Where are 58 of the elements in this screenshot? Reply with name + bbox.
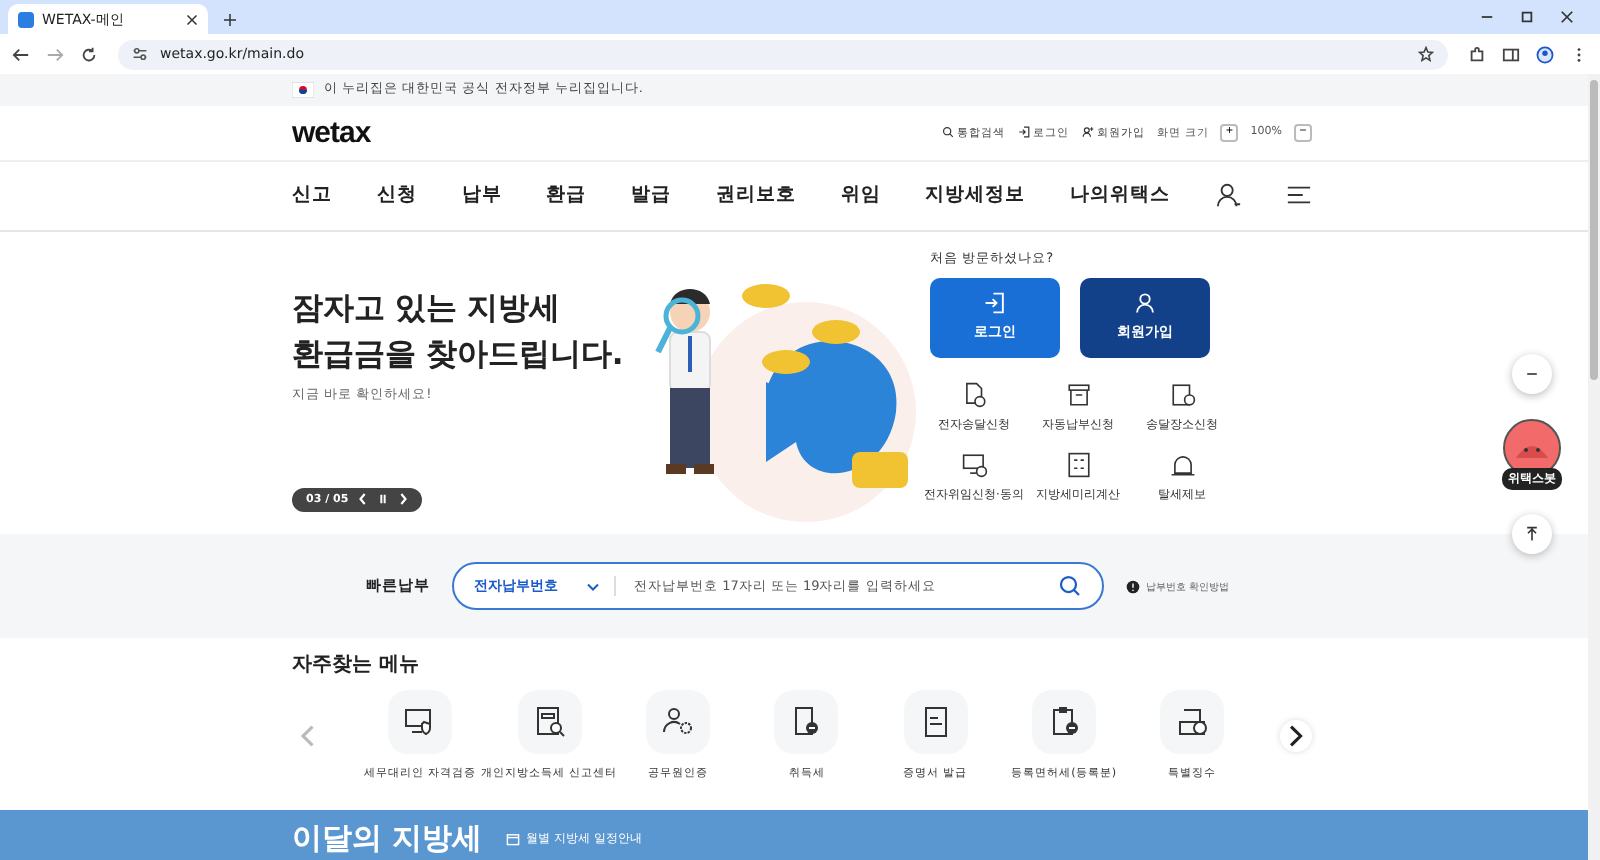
- nav-menu-item[interactable]: 발급: [631, 182, 672, 209]
- nav-menu-item[interactable]: 환급: [546, 182, 587, 209]
- document-check-icon: [961, 381, 987, 408]
- scroll-to-top-button[interactable]: [1512, 514, 1552, 554]
- person-icon: [1134, 292, 1156, 315]
- archive-box-icon: [1065, 381, 1091, 408]
- minimize-icon[interactable]: [1480, 10, 1494, 24]
- calendar-icon: [506, 832, 521, 846]
- puzzle-icon[interactable]: [1468, 45, 1486, 63]
- scrollbar-thumb[interactable]: [1590, 80, 1598, 380]
- person-gear-icon: [662, 706, 695, 739]
- pause-icon[interactable]: [378, 492, 389, 507]
- caret-icon: [586, 581, 600, 592]
- person-plus-icon: [1081, 126, 1094, 139]
- next-icon[interactable]: [398, 492, 409, 507]
- site-settings-icon[interactable]: [132, 46, 148, 62]
- restore-icon[interactable]: [1520, 10, 1534, 24]
- calculator-icon: [1065, 451, 1091, 478]
- hero-headline: 잠자고 있는 지방세: [292, 287, 562, 330]
- search-icon: [941, 126, 954, 139]
- new-tab-icon[interactable]: [224, 14, 236, 26]
- star-icon[interactable]: [1418, 46, 1434, 62]
- arrow-up-icon: [1524, 526, 1540, 542]
- monitor-icon: [961, 451, 987, 478]
- document-badge-icon: [1169, 381, 1195, 408]
- nav-menu-item[interactable]: 신청: [376, 182, 417, 209]
- nav-menu-item[interactable]: 납부: [461, 182, 502, 209]
- document-search-icon: [533, 706, 566, 739]
- hero-headline: 환급금을 찾아드립니다.: [292, 333, 622, 376]
- user-icon[interactable]: [1215, 182, 1242, 209]
- reload-icon[interactable]: [80, 45, 98, 63]
- clipboard-icon: [1047, 706, 1080, 739]
- banner-title: 이달의 지방세: [292, 820, 483, 858]
- site-logo[interactable]: wetax: [292, 115, 371, 150]
- search-icon[interactable]: [1058, 574, 1082, 599]
- nav-menu-item[interactable]: 신고: [292, 182, 332, 209]
- monitor-shield-icon: [403, 706, 436, 739]
- section-title: 자주찾는 메뉴: [292, 652, 421, 679]
- flag-icon: [292, 81, 314, 98]
- document-icon: [919, 706, 952, 739]
- info-icon: [1126, 579, 1140, 594]
- menu-icon[interactable]: [1285, 182, 1312, 209]
- nav-menu-item[interactable]: 나의위택스: [1070, 182, 1171, 209]
- sign-in-arrow-icon: [984, 292, 1006, 315]
- close-icon[interactable]: [1560, 10, 1574, 24]
- back-arrow-icon[interactable]: [12, 45, 30, 63]
- nav-menu-item[interactable]: 위임: [840, 182, 881, 209]
- nav-menu-item[interactable]: 지방세정보: [925, 182, 1026, 209]
- close-icon[interactable]: [186, 13, 198, 25]
- alarm-light-icon: [1169, 451, 1195, 478]
- previous-icon[interactable]: [358, 492, 369, 507]
- profile-icon[interactable]: [1536, 45, 1554, 63]
- document-minus-icon: [790, 706, 823, 739]
- tray-check-icon: [1176, 706, 1209, 739]
- sidebar-icon[interactable]: [1502, 45, 1520, 63]
- site-favicon-icon: [18, 11, 34, 27]
- sign-in-arrow-icon: [1017, 126, 1030, 139]
- nav-menu-item[interactable]: 권리보호: [715, 182, 796, 209]
